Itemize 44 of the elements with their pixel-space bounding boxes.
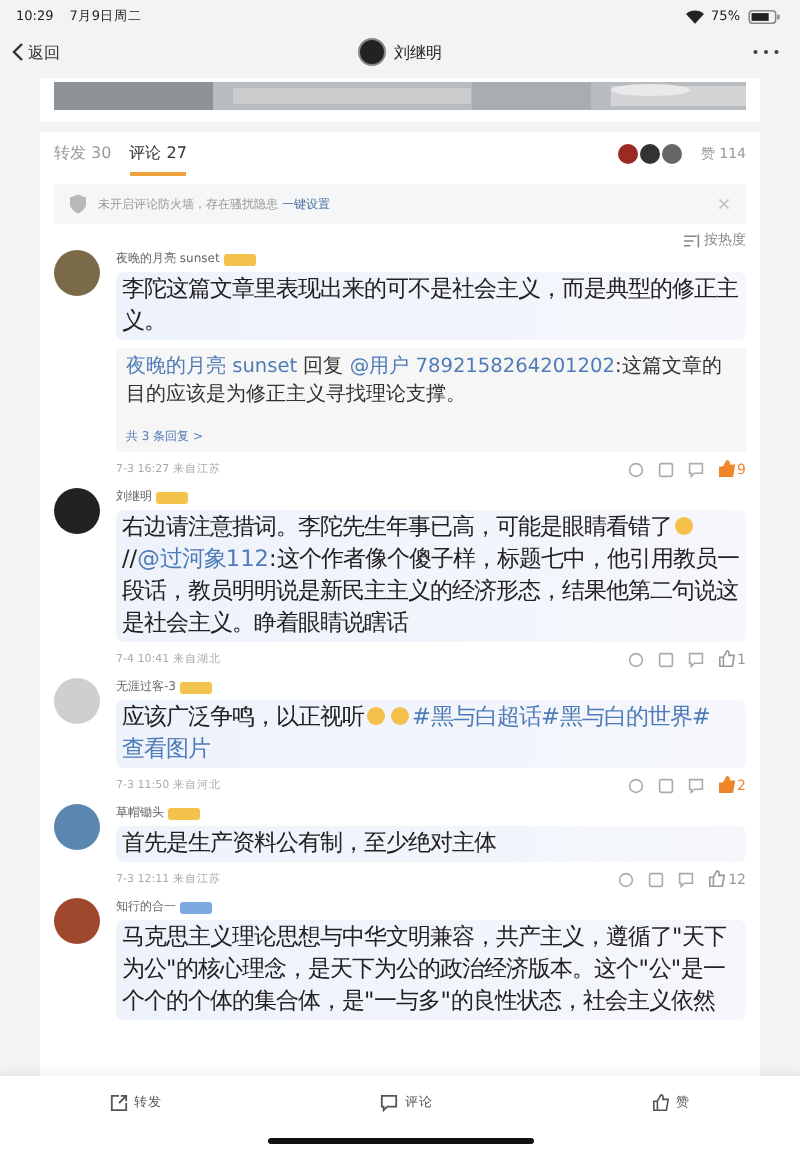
avatar (662, 144, 683, 164)
reply-text: 夜晚的月亮 sunset 回复 @用户 7892158264201202:这篇文章的目的应该是为修正主义寻找理论支撑。 (126, 354, 724, 410)
avatar[interactable] (54, 488, 100, 534)
badge-icon (168, 807, 200, 819)
tab[interactable]: 转发 30 (54, 133, 112, 175)
wifi-icon (685, 9, 704, 23)
comment-text: 首先是生产资料公有制，至少绝对主体 (116, 826, 746, 862)
avatar (358, 38, 386, 66)
avatar (618, 144, 639, 164)
sort-icon (684, 233, 700, 247)
thumbs-up-icon (717, 650, 736, 668)
comment-icon[interactable] (678, 871, 695, 887)
link[interactable]: 查看图片 (122, 736, 210, 762)
more-icon[interactable] (752, 48, 780, 56)
comment-icon (380, 1094, 399, 1112)
emoji-icon (674, 516, 694, 536)
badge-icon (223, 253, 256, 265)
link[interactable]: #黑与白超话#黑与白的世界# (412, 704, 711, 730)
badge-icon (156, 491, 188, 503)
link[interactable]: @过河象112 (137, 546, 269, 572)
page-title: 刘继明 (394, 41, 442, 63)
comment-icon[interactable] (687, 777, 704, 793)
tab[interactable]: 评论 27 (129, 133, 187, 175)
link[interactable]: @用户 7892158264201202 (349, 356, 615, 378)
comment-icon[interactable] (687, 461, 704, 477)
back-button[interactable]: 返回 (12, 41, 60, 63)
thumbs-up-icon (708, 870, 727, 888)
comment-text: 李陀这篇文章里表现出来的可不是社会主义，而是典型的修正主义。 (116, 272, 746, 340)
close-icon[interactable] (718, 198, 730, 210)
comment-text: 右边请注意措词。李陀先生年事已高，可能是眼睛看错了 //@过河象112:这个作者像个傻子样，标题七中，他引用教员一段话，教员明明说是新民主主义的经济形态，结果他第二句说这是社会主义。睁着眼睛说瞎话 (116, 510, 746, 642)
avatar (640, 144, 661, 164)
badge-icon (179, 681, 212, 693)
battery-icon (748, 9, 780, 23)
thumbs-up-icon (717, 776, 736, 794)
comment-text: 马克思主义理论思想与中华文明兼容，共产主义，遵循了"天下为公"的核心理念，是天下为公的政治经济版本。这个"公"是一个个的个体的集合体，是"一与多"的良性状态，社会主义依然 (116, 920, 746, 1020)
link[interactable]: 夜晚的月亮 sunset (126, 356, 298, 378)
thumbs-up-icon (717, 460, 736, 478)
comment-icon[interactable] (687, 651, 704, 667)
avatar[interactable] (54, 898, 100, 944)
comment-text: 应该广泛争鸣，以正视听 #黑与白超话#黑与白的世界# 查看图片 (116, 700, 746, 768)
back-icon (12, 42, 24, 62)
thumbs-up-icon (652, 1094, 671, 1112)
shield-icon (70, 194, 86, 214)
badge-icon (180, 901, 212, 913)
